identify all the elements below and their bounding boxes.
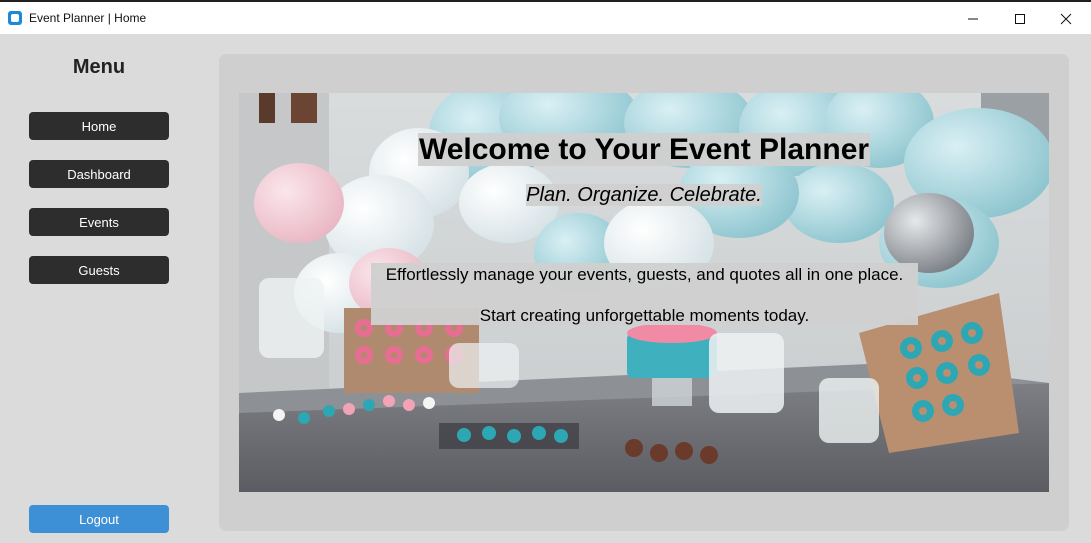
nav-dashboard-button[interactable]: Dashboard — [29, 160, 169, 188]
nav-guests-button[interactable]: Guests — [29, 256, 169, 284]
hero-description: Effortlessly manage your events, guests,… — [371, 263, 918, 325]
hero-description-line-1: Effortlessly manage your events, guests,… — [385, 265, 904, 284]
hero-description-line-2: Start creating unforgettable moments tod… — [479, 306, 810, 325]
close-button[interactable] — [1043, 4, 1089, 34]
hero-title-text: Welcome to Your Event Planner — [417, 133, 871, 166]
main-panel: Welcome to Your Event Planner Plan. Orga… — [219, 54, 1069, 531]
window-title: Event Planner | Home — [29, 11, 147, 25]
maximize-button[interactable] — [997, 4, 1043, 34]
hero-title: Welcome to Your Event Planner — [239, 133, 1049, 167]
minimize-button[interactable] — [950, 4, 996, 34]
minimize-icon — [968, 18, 978, 20]
hero-subtitle: Plan. Organize. Celebrate. — [239, 184, 1049, 207]
nav-home-button[interactable]: Home — [29, 112, 169, 140]
maximize-icon — [1015, 14, 1025, 24]
hero-banner: Welcome to Your Event Planner Plan. Orga… — [239, 93, 1049, 492]
app-icon — [8, 11, 22, 25]
close-icon — [1060, 13, 1072, 25]
menu-title: Menu — [72, 56, 126, 78]
hero-subtitle-text: Plan. Organize. Celebrate. — [526, 184, 762, 206]
title-bar: Event Planner | Home — [0, 0, 1091, 34]
nav-events-button[interactable]: Events — [29, 208, 169, 236]
logout-button[interactable]: Logout — [29, 505, 169, 533]
sidebar: Menu Home Dashboard Events Guests Logout — [0, 34, 200, 543]
